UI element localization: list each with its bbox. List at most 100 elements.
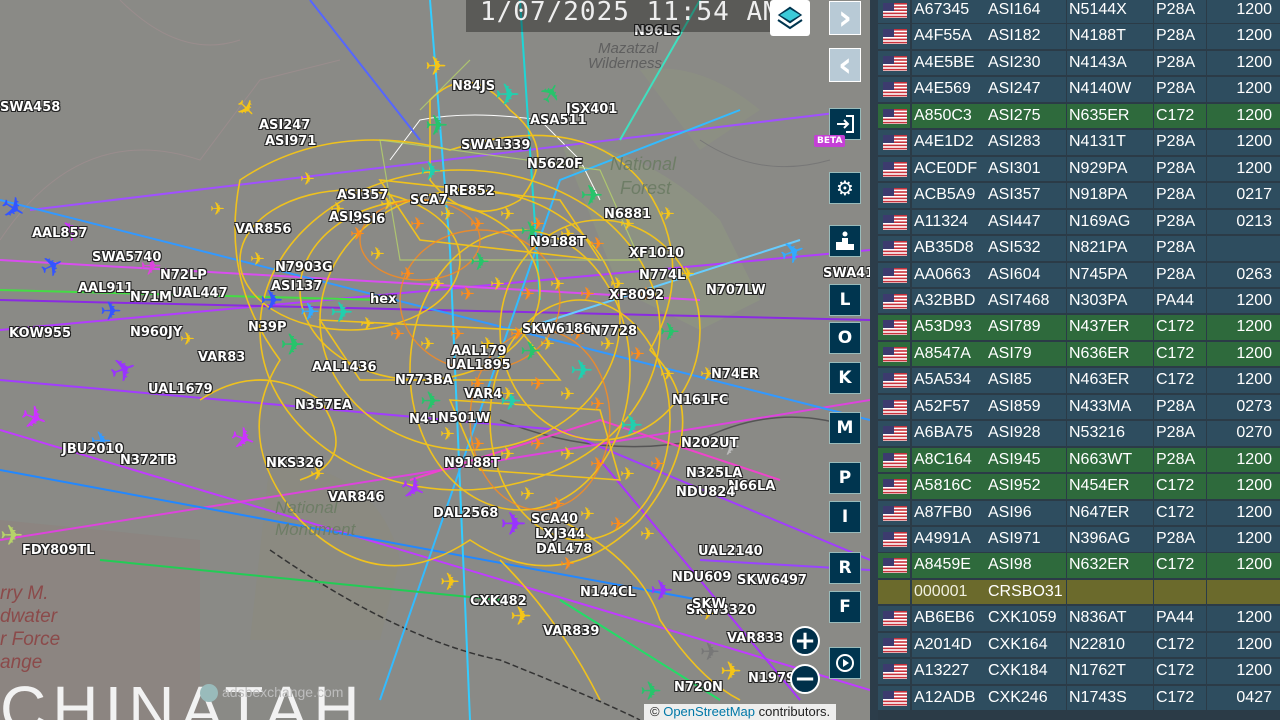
- aircraft-label[interactable]: ASI971: [265, 134, 316, 149]
- aircraft-label[interactable]: UAL2140: [698, 544, 763, 559]
- aircraft-label[interactable]: CXK482: [470, 594, 527, 609]
- aircraft-label[interactable]: FDY809TL: [22, 543, 94, 558]
- aircraft-label[interactable]: SWA1339: [461, 138, 530, 153]
- aircraft-label[interactable]: DAL2568: [433, 506, 498, 521]
- key-O-button[interactable]: O: [829, 322, 861, 354]
- key-K-button[interactable]: K: [829, 362, 861, 394]
- aircraft-label[interactable]: N1979: [748, 671, 795, 686]
- aircraft-label[interactable]: DAL478: [536, 542, 592, 557]
- filters-button[interactable]: [829, 225, 861, 257]
- table-row[interactable]: A6BA75 ASI928 N53216 P28A 0270: [878, 421, 1280, 448]
- aircraft-label[interactable]: UAL1679: [148, 382, 213, 397]
- aircraft-label[interactable]: N144CL: [580, 585, 636, 600]
- aircraft-label[interactable]: SKW: [692, 597, 726, 612]
- osm-link[interactable]: OpenStreetMap: [663, 704, 755, 719]
- table-row[interactable]: A8547A ASI79 N636ER C172 1200: [878, 341, 1280, 369]
- aircraft-label[interactable]: SKW6497: [737, 573, 807, 588]
- aircraft-label[interactable]: SWA5740: [92, 250, 161, 265]
- aircraft-label[interactable]: JRE852: [444, 184, 495, 199]
- aircraft-label[interactable]: NDU824: [676, 485, 735, 500]
- table-row[interactable]: A32BBD ASI7468 N303PA PA44 1200: [878, 288, 1280, 316]
- layers-button[interactable]: [770, 0, 810, 36]
- aircraft-label[interactable]: ASI357: [337, 188, 388, 203]
- aircraft-label[interactable]: AAL911: [78, 281, 134, 296]
- table-row[interactable]: A4E569 ASI247 N4140W P28A 1200: [878, 77, 1280, 104]
- table-row[interactable]: A13227 CXK184 N1762T C172 1200: [878, 659, 1280, 686]
- aircraft-label[interactable]: N372TB: [120, 453, 177, 468]
- table-row[interactable]: A4F55A ASI182 N4188T P28A 1200: [878, 24, 1280, 51]
- aircraft-label[interactable]: SCA7: [410, 193, 448, 208]
- aircraft-label[interactable]: VAR846: [328, 490, 384, 505]
- table-row[interactable]: 000001 CRSBO31: [878, 579, 1280, 607]
- aircraft-label[interactable]: N774L: [639, 268, 685, 283]
- zoom-in-button[interactable]: +: [790, 626, 820, 656]
- aircraft-label[interactable]: UAL447: [172, 286, 228, 301]
- aircraft-label[interactable]: ASI137: [271, 279, 322, 294]
- aircraft-label[interactable]: ASI247: [259, 118, 310, 133]
- table-row[interactable]: A4E1D2 ASI283 N4131T P28A 1200: [878, 130, 1280, 157]
- aircraft-label[interactable]: XF1010: [629, 246, 684, 261]
- aircraft-label[interactable]: hex: [370, 292, 396, 307]
- aircraft-label[interactable]: N84JS: [452, 79, 495, 94]
- key-P-button[interactable]: P: [829, 462, 861, 494]
- aircraft-label[interactable]: VAR856: [235, 222, 291, 237]
- aircraft-label[interactable]: N72LP: [160, 268, 207, 283]
- aircraft-label[interactable]: AAL179: [451, 344, 507, 359]
- replay-button[interactable]: [829, 647, 861, 679]
- table-row[interactable]: AB35D8 ASI532 N821PA P28A: [878, 236, 1280, 263]
- table-row[interactable]: A87FB0 ASI96 N647ER C172 1200: [878, 500, 1280, 528]
- aircraft-label[interactable]: N41: [409, 412, 438, 427]
- table-row[interactable]: ACB5A9 ASI357 N918PA P28A 0217: [878, 183, 1280, 210]
- aircraft-label[interactable]: N71M: [130, 290, 172, 305]
- table-row[interactable]: A5816C ASI952 N454ER C172 1200: [878, 474, 1280, 501]
- aircraft-label[interactable]: VAR83: [198, 350, 245, 365]
- aircraft-label[interactable]: N720N: [674, 680, 723, 695]
- key-L-button[interactable]: L: [829, 284, 861, 316]
- table-row[interactable]: A11324 ASI447 N169AG P28A 0213: [878, 209, 1280, 237]
- aircraft-label[interactable]: ASA511: [530, 113, 587, 128]
- table-row[interactable]: A8459E ASI98 N632ER C172 1200: [878, 553, 1280, 580]
- prev-button[interactable]: ‹: [829, 48, 861, 82]
- aircraft-label[interactable]: NDU609: [672, 570, 731, 585]
- aircraft-label[interactable]: XF8092: [609, 288, 664, 303]
- aircraft-label[interactable]: N6881: [604, 207, 651, 222]
- aircraft-label[interactable]: AAL857: [32, 226, 88, 241]
- aircraft-label[interactable]: JBU2010: [62, 442, 123, 457]
- aircraft-label[interactable]: AAL1436: [312, 360, 377, 375]
- table-row[interactable]: A52F57 ASI859 N433MA P28A 0273: [878, 394, 1280, 422]
- table-row[interactable]: A12ADB CXK246 N1743S C172 0427: [878, 685, 1280, 713]
- key-I-button[interactable]: I: [829, 501, 861, 533]
- zoom-out-button[interactable]: −: [790, 664, 820, 694]
- table-row[interactable]: AB6EB6 CXK1059 N836AT PA44 1200: [878, 606, 1280, 633]
- aircraft-label[interactable]: N74ER: [711, 367, 759, 382]
- aircraft-label[interactable]: UAL1895: [446, 358, 511, 373]
- panel-divider[interactable]: [870, 0, 878, 720]
- aircraft-label[interactable]: N7728: [590, 324, 637, 339]
- key-M-button[interactable]: M: [829, 412, 861, 444]
- aircraft-label[interactable]: VAR4: [464, 387, 502, 402]
- key-R-button[interactable]: R: [829, 552, 861, 584]
- next-button[interactable]: ›: [829, 1, 861, 35]
- aircraft-label[interactable]: SCA40: [531, 512, 578, 527]
- aircraft-label[interactable]: N9188T: [530, 235, 586, 250]
- aircraft-label[interactable]: N357EA: [295, 398, 352, 413]
- aircraft-label[interactable]: N773BA: [395, 373, 453, 388]
- aircraft-label[interactable]: N960JY: [130, 325, 182, 340]
- settings-button[interactable]: ⚙: [829, 172, 861, 204]
- table-row[interactable]: A53D93 ASI789 N437ER C172 1200: [878, 315, 1280, 342]
- aircraft-label[interactable]: N7903G: [275, 260, 333, 275]
- table-row[interactable]: A4991A ASI971 N396AG P28A 1200: [878, 527, 1280, 554]
- aircraft-label[interactable]: SWA41: [823, 266, 870, 281]
- aircraft-label[interactable]: SKW6186: [522, 322, 592, 337]
- table-row[interactable]: A67345 ASI164 N5144X P28A 1200: [878, 0, 1280, 25]
- aircraft-label[interactable]: VAR833: [727, 631, 783, 646]
- aircraft-label[interactable]: N39P: [248, 320, 287, 335]
- aircraft-label[interactable]: N501W: [438, 411, 490, 426]
- aircraft-label[interactable]: ASI9: [329, 210, 362, 225]
- table-row[interactable]: A4E5BE ASI230 N4143A P28A 1200: [878, 50, 1280, 78]
- aircraft-label[interactable]: VAR839: [543, 624, 599, 639]
- key-F-button[interactable]: F: [829, 591, 861, 623]
- aircraft-label[interactable]: N707LW: [706, 283, 766, 298]
- table-row[interactable]: A2014D CXK164 N22810 C172 1200: [878, 632, 1280, 660]
- table-row[interactable]: A5A534 ASI85 N463ER C172 1200: [878, 368, 1280, 395]
